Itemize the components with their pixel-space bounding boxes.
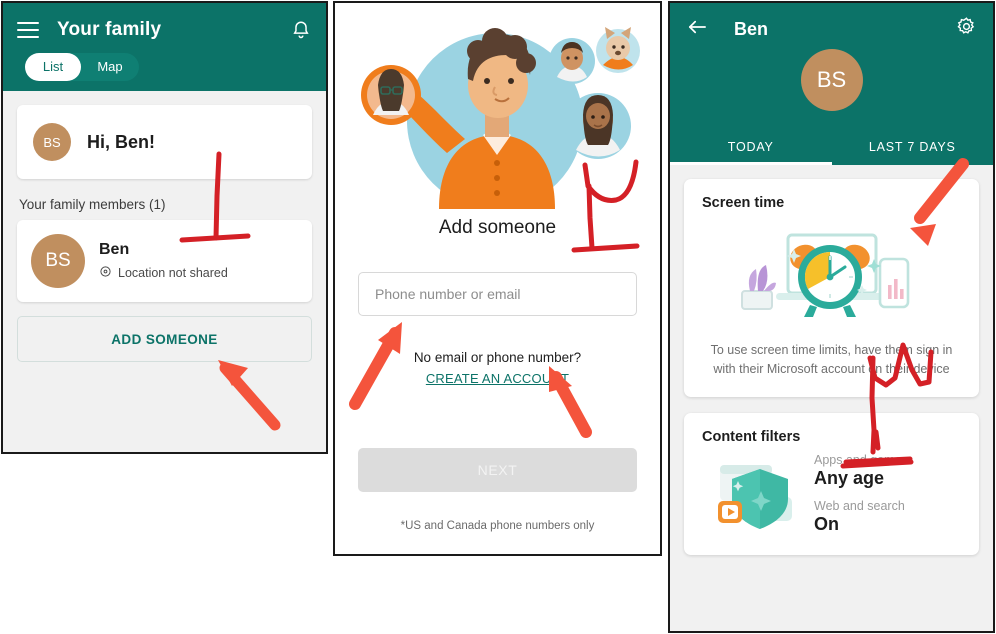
member-detail-header: Ben BS TODAY LAST 7 DAYS xyxy=(670,3,993,165)
tab-today[interactable]: TODAY xyxy=(670,140,832,165)
tab-last-7-days[interactable]: LAST 7 DAYS xyxy=(832,140,994,165)
screenshot-stage: Your family List Map BS Hi, Ben! Your fa… xyxy=(0,0,996,634)
add-someone-screen: Add someone Phone number or email No ema… xyxy=(333,1,662,556)
web-search-label: Web and search xyxy=(814,498,905,513)
phone-input-placeholder: Phone number or email xyxy=(375,286,521,302)
apps-games-value: Any age xyxy=(814,467,885,488)
avatar: BS xyxy=(800,49,863,111)
greeting-text: Hi, Ben! xyxy=(87,131,156,152)
no-email-text: No email or phone number? xyxy=(413,350,582,365)
view-toggle[interactable]: List Map xyxy=(25,53,139,81)
add-someone-title: Add someone xyxy=(438,217,557,238)
avatar: BS xyxy=(31,234,85,288)
screen-time-title: Screen time xyxy=(702,195,785,211)
member-detail-body: Screen time To use screen time limits, h… xyxy=(670,165,993,631)
apps-games-label: Apps and games xyxy=(814,452,908,467)
alarm-clock-laptop-illustration xyxy=(702,223,961,327)
members-count-label: Your family members (1) xyxy=(19,197,166,212)
family-header: Your family List Map xyxy=(3,3,326,91)
gear-icon[interactable] xyxy=(956,16,977,42)
phone-or-email-input[interactable]: Phone number or email xyxy=(358,272,637,316)
avatar: BS xyxy=(33,123,71,161)
shield-media-icon xyxy=(702,451,814,537)
greeting-card: BS Hi, Ben! xyxy=(17,105,312,179)
detail-tabs: TODAY LAST 7 DAYS xyxy=(670,140,993,165)
content-filters-card[interactable]: Content filters Apps and games Any age W… xyxy=(684,412,979,555)
disclaimer-text: *US and Canada phone numbers only xyxy=(400,520,595,532)
tab-list[interactable]: List xyxy=(25,53,81,81)
page-title: Ben xyxy=(734,18,769,39)
list-item[interactable]: BS Ben Location not shared xyxy=(17,220,312,302)
member-status: Location not shared xyxy=(99,265,228,281)
create-account-link[interactable]: CREATE AN ACCOUNT xyxy=(335,371,660,386)
page-title: Your family xyxy=(57,19,162,40)
hamburger-icon[interactable] xyxy=(17,22,39,38)
web-search-value: On xyxy=(814,513,839,534)
tab-map[interactable]: Map xyxy=(81,53,139,81)
location-pin-icon xyxy=(99,265,118,281)
family-body: BS Hi, Ben! Your family members (1) BS B… xyxy=(3,91,326,452)
notification-bell-icon[interactable] xyxy=(290,19,312,41)
content-filters-title: Content filters xyxy=(702,428,801,445)
member-name: Ben xyxy=(99,241,130,258)
add-someone-button[interactable]: ADD SOMEONE xyxy=(17,316,312,362)
family-list-screen: Your family List Map BS Hi, Ben! Your fa… xyxy=(1,1,328,454)
family-avatars-illustration xyxy=(335,3,660,211)
screen-time-card[interactable]: Screen time To use screen time limits, h… xyxy=(684,179,979,397)
screen-time-description: To use screen time limits, have them sig… xyxy=(710,343,953,376)
member-status-label: Location not shared xyxy=(118,266,228,280)
next-button[interactable]: NEXT xyxy=(358,448,637,492)
member-detail-screen: Ben BS TODAY LAST 7 DAYS Screen time To … xyxy=(668,1,995,633)
back-arrow-icon[interactable] xyxy=(686,18,708,41)
